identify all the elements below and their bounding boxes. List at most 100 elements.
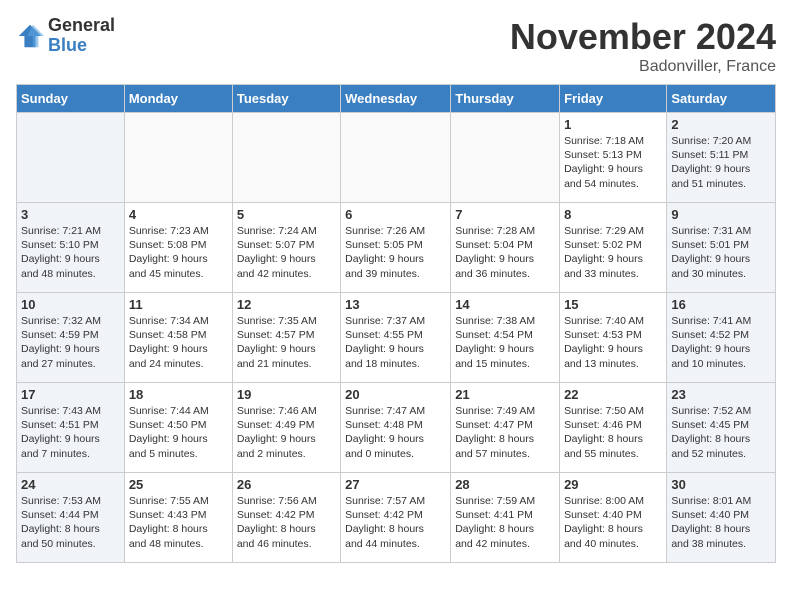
header-monday: Monday — [124, 85, 232, 113]
day-info: Sunrise: 7:50 AM Sunset: 4:46 PM Dayligh… — [564, 404, 662, 461]
table-row: 21 Sunrise: 7:49 AM Sunset: 4:47 PM Dayli… — [451, 383, 560, 473]
day-info: Sunrise: 7:56 AM Sunset: 4:42 PM Dayligh… — [237, 494, 336, 551]
table-row: 6 Sunrise: 7:26 AM Sunset: 5:05 PM Daylig… — [341, 203, 451, 293]
day-info: Sunrise: 7:46 AM Sunset: 4:49 PM Dayligh… — [237, 404, 336, 461]
day-number: 2 — [671, 117, 771, 132]
table-row — [341, 113, 451, 203]
day-number: 1 — [564, 117, 662, 132]
table-row: 16 Sunrise: 7:41 AM Sunset: 4:52 PM Dayli… — [667, 293, 776, 383]
header: General Blue November 2024 Badonviller, … — [16, 16, 776, 76]
day-number: 13 — [345, 297, 446, 312]
logo-text: General Blue — [48, 16, 115, 56]
calendar-table: Sunday Monday Tuesday Wednesday Thursday… — [16, 84, 776, 563]
day-number: 23 — [671, 387, 771, 402]
day-number: 21 — [455, 387, 555, 402]
month-title: November 2024 — [510, 16, 776, 58]
day-info: Sunrise: 7:40 AM Sunset: 4:53 PM Dayligh… — [564, 314, 662, 371]
calendar-week-row: 1 Sunrise: 7:18 AM Sunset: 5:13 PM Daylig… — [17, 113, 776, 203]
day-number: 3 — [21, 207, 120, 222]
day-number: 20 — [345, 387, 446, 402]
table-row: 26 Sunrise: 7:56 AM Sunset: 4:42 PM Dayli… — [232, 473, 340, 563]
table-row: 20 Sunrise: 7:47 AM Sunset: 4:48 PM Dayli… — [341, 383, 451, 473]
day-info: Sunrise: 7:44 AM Sunset: 4:50 PM Dayligh… — [129, 404, 228, 461]
table-row: 8Sunrise: 7:29 AM Sunset: 5:02 PM Daylig… — [560, 203, 667, 293]
day-info: Sunrise: 7:41 AM Sunset: 4:52 PM Dayligh… — [671, 314, 771, 371]
table-row: 15 Sunrise: 7:40 AM Sunset: 4:53 PM Dayli… — [560, 293, 667, 383]
day-info: Sunrise: 7:43 AM Sunset: 4:51 PM Dayligh… — [21, 404, 120, 461]
day-number: 5 — [237, 207, 336, 222]
calendar-week-row: 17 Sunrise: 7:43 AM Sunset: 4:51 PM Dayli… — [17, 383, 776, 473]
table-row: 9Sunrise: 7:31 AM Sunset: 5:01 PM Daylig… — [667, 203, 776, 293]
day-number: 7 — [455, 207, 555, 222]
logo-icon — [16, 22, 44, 50]
calendar-week-row: 24Sunrise: 7:53 AM Sunset: 4:44 PM Dayli… — [17, 473, 776, 563]
location: Badonviller, France — [510, 58, 776, 76]
day-info: Sunrise: 7:52 AM Sunset: 4:45 PM Dayligh… — [671, 404, 771, 461]
table-row: 18Sunrise: 7:44 AM Sunset: 4:50 PM Dayli… — [124, 383, 232, 473]
day-number: 6 — [345, 207, 446, 222]
table-row — [17, 113, 125, 203]
header-tuesday: Tuesday — [232, 85, 340, 113]
day-info: Sunrise: 7:32 AM Sunset: 4:59 PM Dayligh… — [21, 314, 120, 371]
day-number: 15 — [564, 297, 662, 312]
day-info: Sunrise: 7:57 AM Sunset: 4:42 PM Dayligh… — [345, 494, 446, 551]
day-number: 25 — [129, 477, 228, 492]
day-number: 24 — [21, 477, 120, 492]
day-info: Sunrise: 7:18 AM Sunset: 5:13 PM Dayligh… — [564, 134, 662, 191]
table-row: 24Sunrise: 7:53 AM Sunset: 4:44 PM Dayli… — [17, 473, 125, 563]
header-wednesday: Wednesday — [341, 85, 451, 113]
logo-general-text: General — [48, 16, 115, 36]
day-info: Sunrise: 7:26 AM Sunset: 5:05 PM Dayligh… — [345, 224, 446, 281]
day-info: Sunrise: 7:47 AM Sunset: 4:48 PM Dayligh… — [345, 404, 446, 461]
table-row: 1 Sunrise: 7:18 AM Sunset: 5:13 PM Daylig… — [560, 113, 667, 203]
day-number: 19 — [237, 387, 336, 402]
table-row: 17 Sunrise: 7:43 AM Sunset: 4:51 PM Dayli… — [17, 383, 125, 473]
table-row: 22 Sunrise: 7:50 AM Sunset: 4:46 PM Dayli… — [560, 383, 667, 473]
header-thursday: Thursday — [451, 85, 560, 113]
header-friday: Friday — [560, 85, 667, 113]
day-number: 17 — [21, 387, 120, 402]
table-row: 12 Sunrise: 7:35 AM Sunset: 4:57 PM Dayli… — [232, 293, 340, 383]
day-info: Sunrise: 7:31 AM Sunset: 5:01 PM Dayligh… — [671, 224, 771, 281]
day-info: Sunrise: 8:00 AM Sunset: 4:40 PM Dayligh… — [564, 494, 662, 551]
day-number: 26 — [237, 477, 336, 492]
calendar-header-row: Sunday Monday Tuesday Wednesday Thursday… — [17, 85, 776, 113]
day-number: 10 — [21, 297, 120, 312]
day-info: Sunrise: 7:23 AM Sunset: 5:08 PM Dayligh… — [129, 224, 228, 281]
day-number: 11 — [129, 297, 228, 312]
day-info: Sunrise: 7:35 AM Sunset: 4:57 PM Dayligh… — [237, 314, 336, 371]
table-row: 10 Sunrise: 7:32 AM Sunset: 4:59 PM Dayli… — [17, 293, 125, 383]
table-row: 7 Sunrise: 7:28 AM Sunset: 5:04 PM Daylig… — [451, 203, 560, 293]
table-row: 4 Sunrise: 7:23 AM Sunset: 5:08 PM Daylig… — [124, 203, 232, 293]
calendar-week-row: 3 Sunrise: 7:21 AM Sunset: 5:10 PM Daylig… — [17, 203, 776, 293]
header-sunday: Sunday — [17, 85, 125, 113]
table-row: 13Sunrise: 7:37 AM Sunset: 4:55 PM Dayli… — [341, 293, 451, 383]
day-info: Sunrise: 7:20 AM Sunset: 5:11 PM Dayligh… — [671, 134, 771, 191]
day-info: Sunrise: 7:24 AM Sunset: 5:07 PM Dayligh… — [237, 224, 336, 281]
day-info: Sunrise: 7:55 AM Sunset: 4:43 PM Dayligh… — [129, 494, 228, 551]
day-number: 22 — [564, 387, 662, 402]
table-row: 27 Sunrise: 7:57 AM Sunset: 4:42 PM Dayli… — [341, 473, 451, 563]
page: General Blue November 2024 Badonviller, … — [0, 0, 792, 579]
day-number: 12 — [237, 297, 336, 312]
table-row: 11Sunrise: 7:34 AM Sunset: 4:58 PM Dayli… — [124, 293, 232, 383]
table-row: 29Sunrise: 8:00 AM Sunset: 4:40 PM Dayli… — [560, 473, 667, 563]
day-number: 8 — [564, 207, 662, 222]
table-row: 23 Sunrise: 7:52 AM Sunset: 4:45 PM Dayli… — [667, 383, 776, 473]
day-info: Sunrise: 7:28 AM Sunset: 5:04 PM Dayligh… — [455, 224, 555, 281]
day-info: Sunrise: 7:38 AM Sunset: 4:54 PM Dayligh… — [455, 314, 555, 371]
table-row: 25 Sunrise: 7:55 AM Sunset: 4:43 PM Dayli… — [124, 473, 232, 563]
day-number: 28 — [455, 477, 555, 492]
day-info: Sunrise: 8:01 AM Sunset: 4:40 PM Dayligh… — [671, 494, 771, 551]
day-number: 16 — [671, 297, 771, 312]
table-row: 14 Sunrise: 7:38 AM Sunset: 4:54 PM Dayli… — [451, 293, 560, 383]
header-saturday: Saturday — [667, 85, 776, 113]
day-number: 30 — [671, 477, 771, 492]
day-number: 14 — [455, 297, 555, 312]
table-row — [451, 113, 560, 203]
day-info: Sunrise: 7:49 AM Sunset: 4:47 PM Dayligh… — [455, 404, 555, 461]
day-info: Sunrise: 7:21 AM Sunset: 5:10 PM Dayligh… — [21, 224, 120, 281]
logo-blue-text: Blue — [48, 36, 115, 56]
day-number: 27 — [345, 477, 446, 492]
day-number: 4 — [129, 207, 228, 222]
